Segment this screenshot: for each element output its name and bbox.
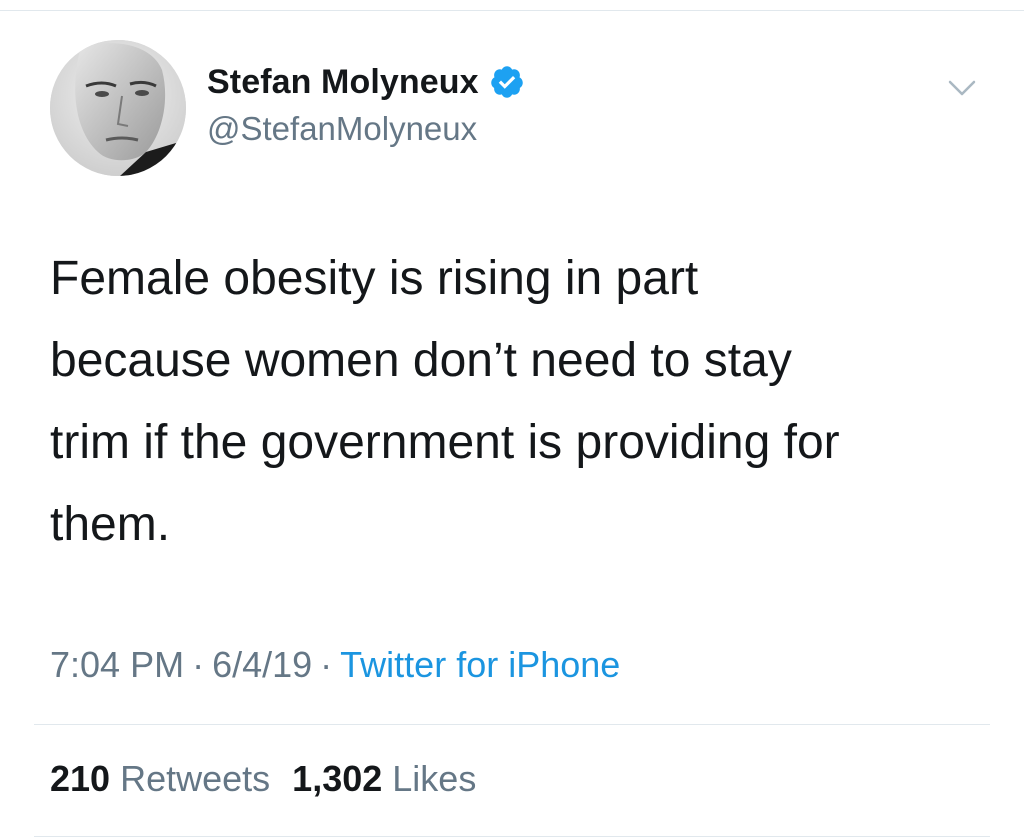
meta-separator: · xyxy=(192,644,205,685)
meta-separator: · xyxy=(320,644,333,685)
author-name-row[interactable]: Stefan Molyneux xyxy=(207,62,525,102)
author-handle[interactable]: @StefanMolyneux xyxy=(207,110,477,148)
likes-label: Likes xyxy=(392,758,477,799)
tweet-time[interactable]: 7:04 PM xyxy=(50,644,184,685)
tweet-metadata: 7:04 PM · 6/4/19 · Twitter for iPhone xyxy=(50,644,620,686)
likes-count: 1,302 xyxy=(292,758,383,799)
avatar-photo xyxy=(50,40,186,176)
tweet-source-link[interactable]: Twitter for iPhone xyxy=(340,644,620,685)
chevron-down-icon[interactable] xyxy=(946,76,978,100)
verified-badge-icon xyxy=(489,64,525,100)
stats-divider-top xyxy=(34,724,990,725)
stats-divider-bottom xyxy=(34,836,990,837)
retweets-label: Retweets xyxy=(120,758,271,799)
likes-stat[interactable]: 1,302 Likes xyxy=(292,758,476,799)
display-name[interactable]: Stefan Molyneux xyxy=(207,63,479,102)
retweets-count: 210 xyxy=(50,758,111,799)
tweet-text: Female obesity is rising in part because… xyxy=(50,252,840,551)
tweet-stats: 210 Retweets 1,302 Likes xyxy=(50,758,476,800)
avatar[interactable] xyxy=(50,40,186,176)
tweet-date[interactable]: 6/4/19 xyxy=(212,644,312,685)
retweets-stat[interactable]: 210 Retweets xyxy=(50,758,270,799)
top-divider xyxy=(0,10,1024,11)
